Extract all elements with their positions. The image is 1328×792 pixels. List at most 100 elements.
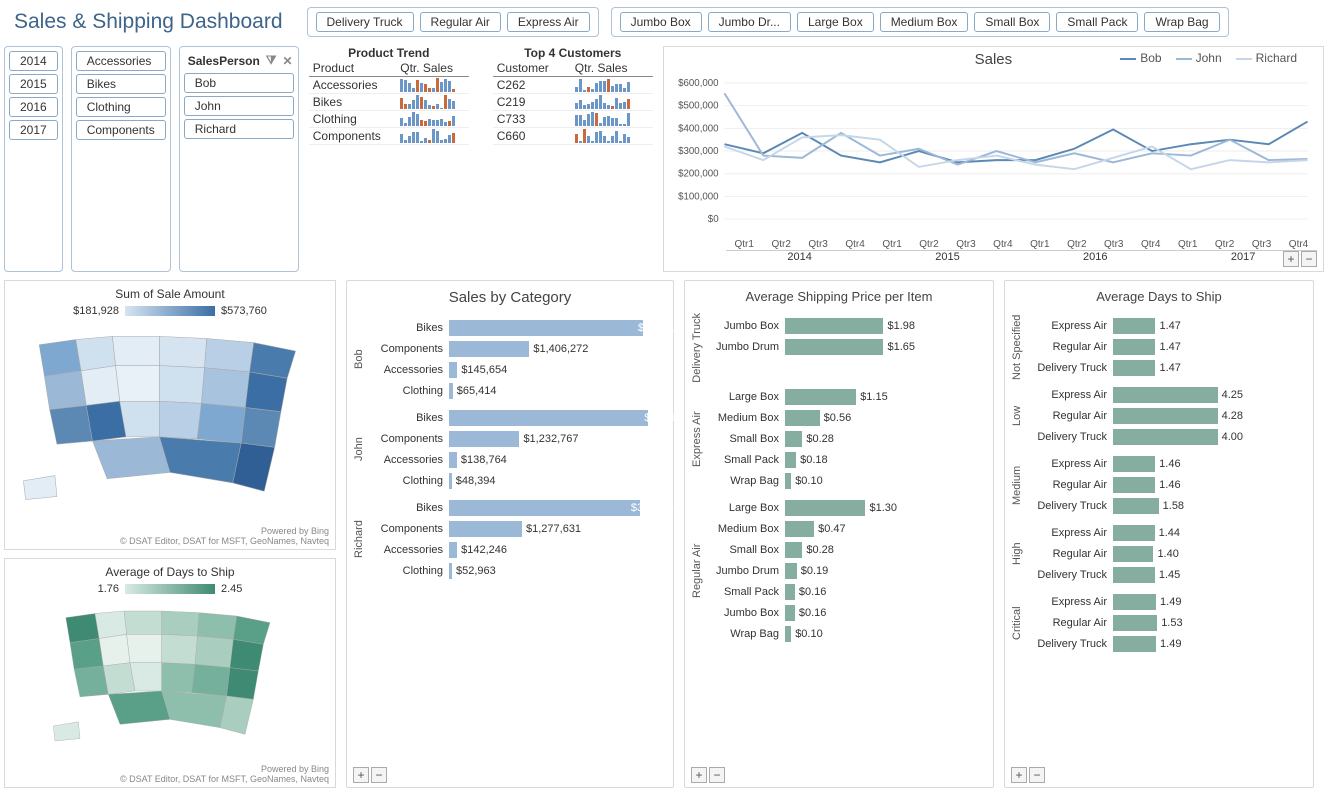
sales-map[interactable]: Sum of Sale Amount $181,928 $573,760	[4, 280, 336, 550]
avg-days-title: Average Days to Ship	[1011, 289, 1307, 304]
salesperson-btn-john[interactable]: John	[184, 96, 294, 116]
bar[interactable]	[449, 521, 522, 537]
bar-cat: Regular Air	[1027, 617, 1113, 629]
bar-cat: Delivery Truck	[1027, 431, 1113, 443]
cat-btn-components[interactable]: Components	[76, 120, 166, 140]
container-btn-medium-box[interactable]: Medium Box	[880, 12, 969, 32]
filter-icon[interactable]: ⧩	[266, 53, 277, 68]
bar-value: 1.58	[1159, 500, 1184, 512]
bar[interactable]	[449, 500, 640, 516]
container-btn-small-box[interactable]: Small Box	[974, 12, 1050, 32]
bar[interactable]	[1113, 339, 1155, 355]
bar[interactable]	[1113, 429, 1218, 445]
bar[interactable]	[785, 563, 797, 579]
sales-zoom-out[interactable]: −	[1301, 251, 1317, 267]
bar[interactable]	[1113, 546, 1153, 562]
shipmode-btn-delivery-truck[interactable]: Delivery Truck	[316, 12, 414, 32]
bar[interactable]	[1113, 387, 1218, 403]
bar[interactable]	[785, 542, 802, 558]
bar[interactable]	[785, 431, 802, 447]
svg-text:$200,000: $200,000	[678, 169, 719, 180]
bar[interactable]	[449, 452, 457, 468]
group-bob: Bob	[353, 315, 369, 404]
svg-text:$400,000: $400,000	[678, 123, 719, 134]
year-btn-2017[interactable]: 2017	[9, 120, 58, 140]
clear-filter-icon[interactable]: ✕	[283, 54, 293, 68]
bar-value: 4.25	[1218, 389, 1243, 401]
container-btn-small-pack[interactable]: Small Pack	[1056, 12, 1138, 32]
bar-value: $1,277,631	[522, 523, 581, 535]
bar-value: $48,394	[452, 475, 496, 487]
bar[interactable]	[785, 584, 795, 600]
bar-value: $1.30	[865, 502, 897, 514]
bar-cat: Components	[369, 433, 449, 445]
bar[interactable]	[1113, 360, 1155, 376]
sales-map-title: Sum of Sale Amount	[13, 287, 327, 301]
bar-value: 1.46	[1155, 458, 1180, 470]
bar[interactable]	[449, 362, 457, 378]
svg-text:$0: $0	[708, 214, 719, 225]
cat-btn-accessories[interactable]: Accessories	[76, 51, 166, 71]
sbc-zoom-out[interactable]: −	[371, 767, 387, 783]
bar-cat: Delivery Truck	[1027, 500, 1113, 512]
bar[interactable]	[449, 320, 643, 336]
sbc-zoom-in[interactable]: +	[353, 767, 369, 783]
days-map[interactable]: Average of Days to Ship 1.76 2.45	[4, 558, 336, 788]
bar[interactable]	[785, 500, 865, 516]
year-btn-2015[interactable]: 2015	[9, 74, 58, 94]
bar[interactable]	[785, 521, 814, 537]
cat-btn-clothing[interactable]: Clothing	[76, 97, 166, 117]
salesperson-btn-richard[interactable]: Richard	[184, 119, 294, 139]
bar-cat: Regular Air	[1027, 341, 1113, 353]
ads-zoom-in[interactable]: +	[1011, 767, 1027, 783]
bar-value: $0.10	[791, 475, 823, 487]
sales-line-title: Sales	[975, 51, 1013, 68]
shipmode-btn-regular-air[interactable]: Regular Air	[420, 12, 501, 32]
bar[interactable]	[785, 410, 820, 426]
ads-zoom-out[interactable]: −	[1029, 767, 1045, 783]
bar[interactable]	[785, 339, 883, 355]
bar[interactable]	[1113, 567, 1155, 583]
bar-cat: Small Pack	[707, 454, 785, 466]
asp-zoom-in[interactable]: +	[691, 767, 707, 783]
cat-btn-bikes[interactable]: Bikes	[76, 74, 166, 94]
bar[interactable]	[1113, 477, 1155, 493]
container-btn-jumbo-dr-[interactable]: Jumbo Dr...	[708, 12, 791, 32]
bar[interactable]	[785, 389, 856, 405]
bar[interactable]	[1113, 636, 1156, 652]
bar-cat: Small Box	[707, 433, 785, 445]
group-medium: Medium	[1011, 451, 1027, 519]
container-btn-jumbo-box[interactable]: Jumbo Box	[620, 12, 702, 32]
legend-john[interactable]: John	[1176, 51, 1222, 65]
container-btn-large-box[interactable]: Large Box	[797, 12, 874, 32]
bar-value: $1.98	[883, 320, 915, 332]
year-btn-2016[interactable]: 2016	[9, 97, 58, 117]
bar[interactable]	[1113, 408, 1218, 424]
bar[interactable]	[1113, 498, 1159, 514]
bar[interactable]	[785, 452, 796, 468]
container-btn-wrap-bag[interactable]: Wrap Bag	[1144, 12, 1219, 32]
bar-value: 1.44	[1155, 527, 1180, 539]
year-btn-2014[interactable]: 2014	[9, 51, 58, 71]
bar[interactable]	[785, 318, 883, 334]
bar[interactable]	[1113, 318, 1155, 334]
bar[interactable]	[1113, 525, 1155, 541]
shipmode-btn-express-air[interactable]: Express Air	[507, 12, 590, 32]
bar-value: 4.00	[1218, 431, 1243, 443]
bar[interactable]	[449, 542, 457, 558]
bar-value: $65,414	[453, 385, 497, 397]
legend-richard[interactable]: Richard	[1236, 51, 1297, 65]
salesperson-btn-bob[interactable]: Bob	[184, 73, 294, 93]
legend-bob[interactable]: Bob	[1120, 51, 1161, 65]
bar[interactable]	[449, 410, 648, 426]
bar-cat: Express Air	[1027, 389, 1113, 401]
bar[interactable]	[785, 605, 795, 621]
bar[interactable]	[1113, 594, 1156, 610]
sales-zoom-in[interactable]: +	[1283, 251, 1299, 267]
bar[interactable]	[449, 341, 529, 357]
bar[interactable]	[1113, 615, 1157, 631]
bar-value: 1.49	[1156, 596, 1181, 608]
bar[interactable]	[449, 431, 519, 447]
asp-zoom-out[interactable]: −	[709, 767, 725, 783]
bar[interactable]	[1113, 456, 1155, 472]
